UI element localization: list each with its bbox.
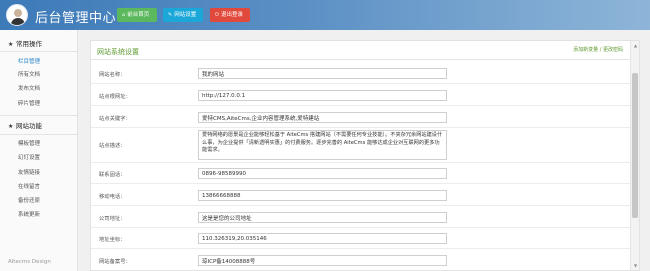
divider: [0, 115, 78, 116]
sidebar-section-common[interactable]: ★ 常用操作: [8, 39, 42, 49]
header-links[interactable]: 添加新变量 / 更改密码: [573, 46, 623, 53]
phone-input[interactable]: [198, 168, 447, 179]
sidebar-item-templates[interactable]: 模板管理: [18, 140, 40, 148]
sidebar-item-publish-doc[interactable]: 发布文档: [18, 85, 40, 93]
power-icon: ⏻: [215, 12, 219, 18]
sidebar-section-site-functions[interactable]: ★ 网站功能: [8, 121, 42, 131]
sidebar-item-fragments[interactable]: 碎片管理: [18, 100, 40, 108]
icp-input[interactable]: [198, 255, 447, 266]
field-label: 公司地址：: [99, 216, 126, 222]
site-settings-button[interactable]: ✎ 网站设置: [163, 8, 203, 22]
avatar: [6, 4, 28, 26]
sidebar-item-backup[interactable]: 备份还原: [18, 197, 40, 205]
divider: [0, 134, 78, 135]
divider: [91, 59, 631, 60]
vertical-scrollbar[interactable]: ▲ ▼: [630, 41, 639, 270]
field-label: 网站备案号：: [99, 259, 131, 265]
logout-button[interactable]: ⏻ 退出登录: [210, 8, 250, 22]
app-title: 后台管理中心: [35, 11, 117, 26]
form-row-phone: 联系固话：: [91, 163, 631, 184]
sidebar-item-column-manage[interactable]: 栏目管理: [18, 58, 40, 66]
field-label: 站点描述：: [99, 143, 126, 149]
sidebar-item-all-docs[interactable]: 所有文档: [18, 71, 40, 79]
description-textarea[interactable]: 爱特网络的愿景是企业能够轻松基于 AiteCms 搭建网站（不需要任何专业技能）…: [198, 130, 447, 160]
form-row-site-url: 站点根网址：: [91, 84, 631, 106]
field-label: 站点根网址：: [99, 94, 131, 100]
sidebar: ★ 常用操作 栏目管理 所有文档 发布文档 碎片管理 ★ 网站功能 模板管理 幻灯设…: [0, 30, 78, 271]
sidebar-item-system-update[interactable]: 系统更新: [18, 211, 40, 219]
wrench-icon: ✎: [168, 12, 173, 18]
form-row-site-name: 网站名称：: [91, 63, 631, 84]
form-row-address: 公司地址：: [91, 206, 631, 228]
star-icon: ★: [8, 41, 14, 48]
form-row-mobile: 移动电话：: [91, 184, 631, 206]
field-label: 联系固话：: [99, 172, 126, 178]
home-icon: ⌂: [122, 12, 126, 18]
scroll-thumb[interactable]: [632, 73, 638, 218]
coordinates-input[interactable]: [198, 233, 447, 244]
mobile-input[interactable]: [198, 190, 447, 201]
address-input[interactable]: [198, 212, 447, 223]
page-title: 网站系统设置: [97, 48, 139, 56]
form-row-coordinates: 地址坐标：: [91, 228, 631, 249]
field-label: 站点关键字：: [99, 116, 131, 122]
top-header: 后台管理中心 ⌂ 前台首页 ✎ 网站设置 ⏻ 退出登录: [0, 0, 650, 30]
field-label: 网站名称：: [99, 72, 126, 78]
star-icon: ★: [8, 123, 14, 130]
sidebar-item-messages[interactable]: 在线留言: [18, 183, 40, 191]
scroll-up-icon[interactable]: ▲: [632, 42, 639, 49]
form-row-icp: 网站备案号：: [91, 249, 631, 271]
site-name-input[interactable]: [198, 68, 447, 79]
field-label: 地址坐标：: [99, 237, 126, 243]
divider: [0, 51, 78, 52]
sidebar-item-slides[interactable]: 幻灯设置: [18, 154, 40, 162]
scroll-down-icon[interactable]: ▼: [632, 262, 639, 269]
sidebar-footer: Altecms Design: [8, 259, 51, 265]
sidebar-item-friend-links[interactable]: 友情链接: [18, 169, 40, 177]
frontend-home-button[interactable]: ⌂ 前台首页: [117, 8, 157, 22]
form-row-keywords: 站点关键字：: [91, 106, 631, 128]
site-url-input[interactable]: [198, 90, 447, 101]
field-label: 移动电话：: [99, 194, 126, 200]
form-row-description: 站点描述： 爱特网络的愿景是企业能够轻松基于 AiteCms 搭建网站（不需要任…: [91, 128, 631, 163]
settings-panel: 网站系统设置 添加新变量 / 更改密码 网站名称： 站点根网址： 站点关键字： …: [90, 40, 640, 271]
keywords-input[interactable]: [198, 112, 447, 123]
